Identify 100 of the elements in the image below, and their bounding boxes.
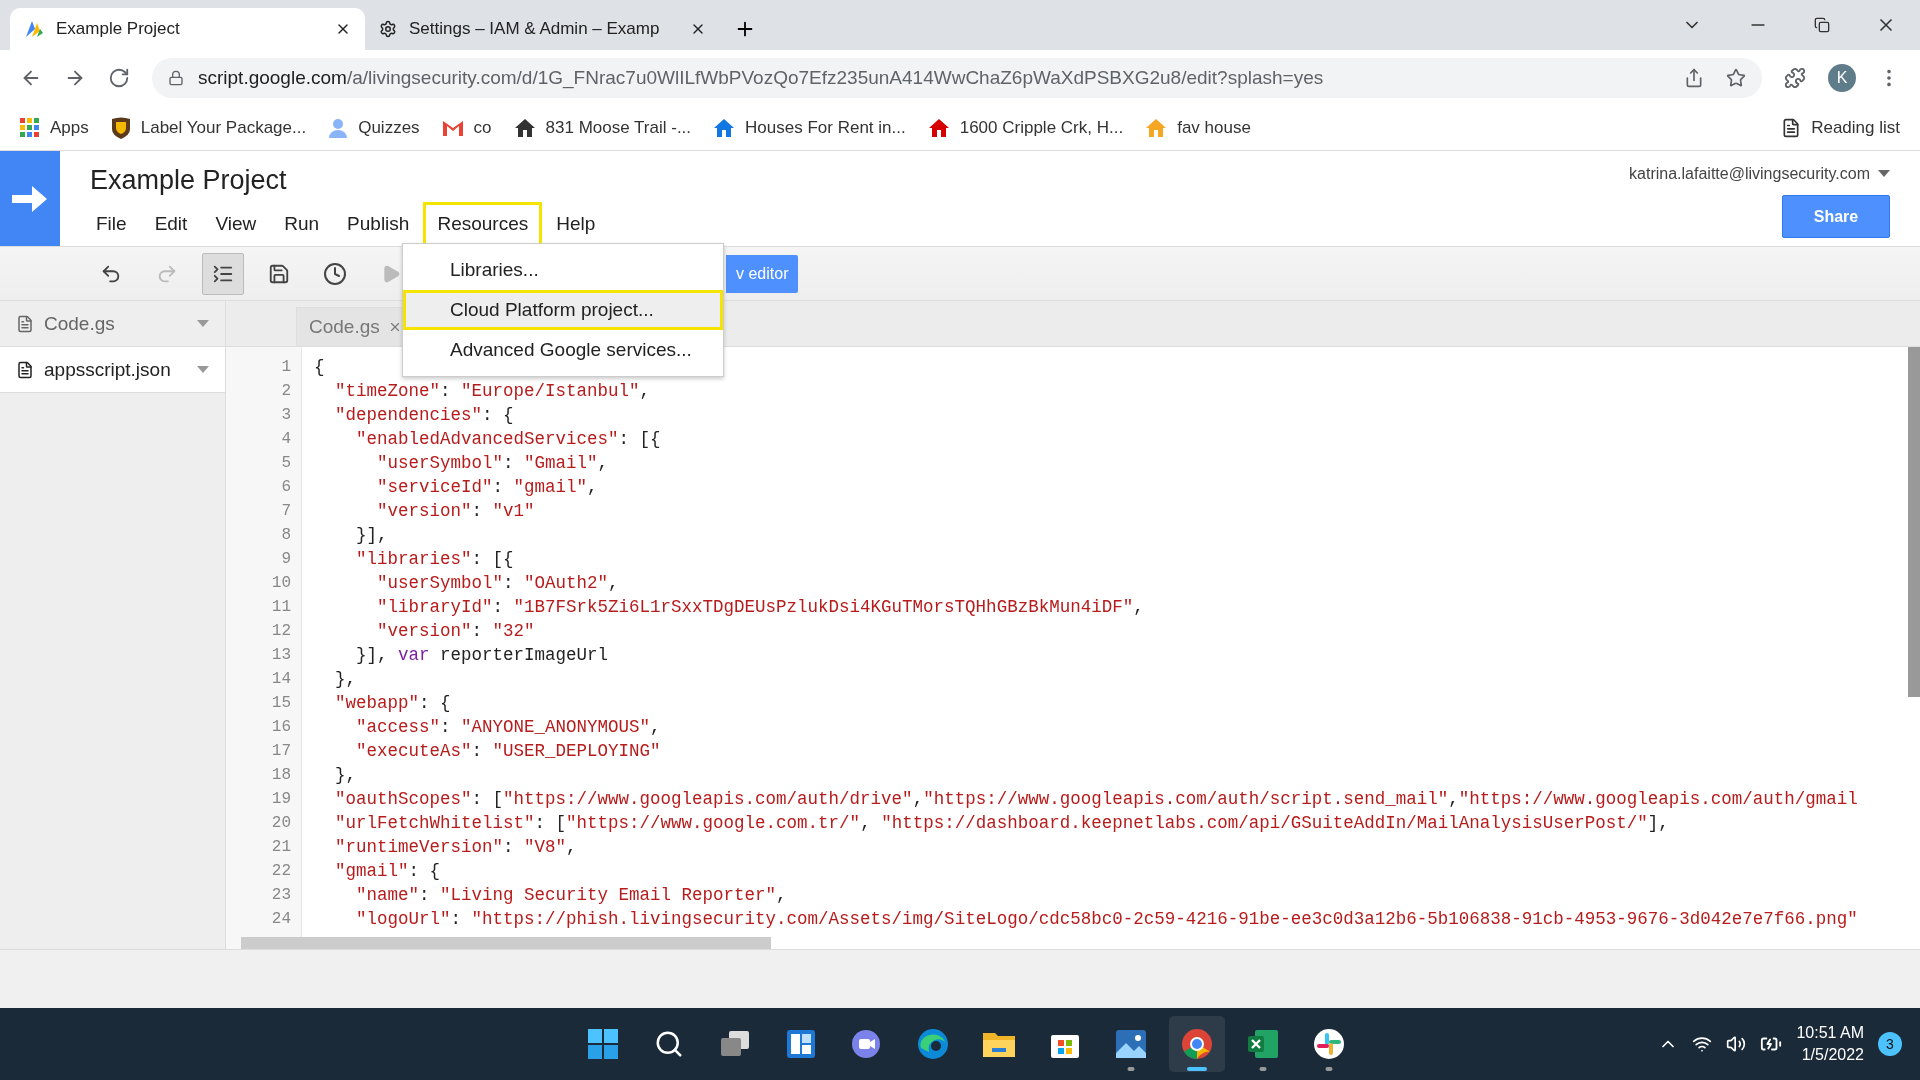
code-line: "logoUrl": "https://phish.livingsecurity.com/Assets/img/SiteLogo/cdc58bc0-2c59-4216-91be-ee3c0d3a12b6-5b106838-91cb-4953-9676-3d042e7e7f66.png" <box>355 908 1858 931</box>
line-number: 4 <box>280 429 292 450</box>
reading-list[interactable]: Reading list <box>1781 117 1900 138</box>
line-number: 18 <box>270 765 292 786</box>
windows-icon[interactable] <box>587 1028 619 1060</box>
code-line: "executeAs": "USER_DEPLOYING" <box>355 740 662 763</box>
vertical-scrollbar[interactable] <box>1908 347 1920 697</box>
bookmark-star-icon[interactable] <box>1726 67 1746 88</box>
line-number: 8 <box>280 525 292 546</box>
line-number: 10 <box>270 573 292 594</box>
line-number: 1 <box>280 357 292 378</box>
edge-browser-icon[interactable] <box>917 1028 949 1060</box>
horizontal-scrollbar[interactable] <box>241 937 771 949</box>
code-line: "libraries": [{ <box>355 548 515 571</box>
document-icon <box>16 360 34 379</box>
line-number: 12 <box>270 621 292 642</box>
code-line: "serviceId": "gmail", <box>376 476 599 499</box>
code-line: "version": "v1" <box>376 500 536 523</box>
bookmark[interactable]: 831 Moose Trail -... <box>513 117 692 138</box>
restore-icon[interactable] <box>1814 17 1830 33</box>
code-line: "enabledAdvancedServices": [{ <box>355 428 662 451</box>
menu-item[interactable]: Publish <box>333 202 424 246</box>
line-number: 13 <box>270 645 292 666</box>
menu-item[interactable]: View <box>201 202 271 246</box>
chrome-icon[interactable] <box>1181 1028 1213 1060</box>
reload-icon[interactable] <box>108 66 130 89</box>
house-icon <box>513 117 536 138</box>
code-line: "userSymbol": "Gmail", <box>376 452 610 475</box>
line-number: 19 <box>270 789 292 810</box>
notification-badge[interactable]: 3 <box>1878 1032 1902 1056</box>
code-line: "urlFetchWhitelist": ["https://www.google.com.tr/", "https://dashboard.keepnetlabs.com/api/GSuiteAddIn/MailAnalysisUserPost/"], <box>334 812 1670 835</box>
widgets-icon[interactable] <box>786 1029 816 1059</box>
wifi-icon[interactable] <box>1692 1034 1713 1054</box>
line-number: 16 <box>270 717 292 738</box>
code-line: "access": "ANYONE_ANONYMOUS", <box>355 716 662 739</box>
code-line: }, <box>334 764 357 787</box>
extensions-icon[interactable] <box>1784 66 1806 89</box>
menu-item[interactable]: Edit <box>140 202 202 246</box>
dropdown-item[interactable]: Advanced Google services... <box>403 330 723 370</box>
gear-icon <box>379 20 397 38</box>
line-number: 9 <box>280 549 292 570</box>
lock-icon <box>168 69 184 86</box>
video-chat-icon[interactable] <box>851 1029 883 1059</box>
browser-tab[interactable]: Settings – IAM & Admin – Examp <box>365 8 720 50</box>
line-number: 17 <box>270 741 292 762</box>
share-icon[interactable] <box>1684 67 1704 88</box>
account-menu[interactable]: katrina.lafaitte@livingsecurity.com <box>1629 165 1890 183</box>
house-icon <box>1145 117 1168 138</box>
menu-item[interactable]: File <box>82 202 141 246</box>
menu-item[interactable]: Resources <box>423 202 543 246</box>
task-view-icon[interactable] <box>719 1030 751 1058</box>
save-icon <box>268 262 290 285</box>
menu-item[interactable]: Help <box>542 202 610 246</box>
profile-avatar[interactable]: K <box>1828 63 1856 92</box>
bookmark[interactable]: co <box>441 117 492 138</box>
script-file[interactable]: appsscript.json <box>0 347 225 393</box>
bookmark[interactable]: Label Your Package... <box>110 116 307 139</box>
folder-icon[interactable] <box>982 1030 1016 1058</box>
bookmark[interactable]: Quizzes <box>328 117 420 138</box>
line-number: 14 <box>270 669 292 690</box>
photos-icon[interactable] <box>1115 1029 1147 1059</box>
script-logo-icon <box>24 19 44 39</box>
shield-icon <box>110 116 131 139</box>
dropdown-item[interactable]: Libraries... <box>403 250 723 290</box>
code-line: "libraryId": "1B7FSrk5Zi6L1rSxxTDgDEUsPzlukDsi4KGuTMorsTQHhGBzBkMun4iDF", <box>376 596 1145 619</box>
line-number: 2 <box>280 381 292 402</box>
code-line: "oauthScopes": ["https://www.googleapis.com/auth/drive","https://www.googleapis.com/auth/script.send_mail","https://www.googleapis.com/auth/gmail <box>334 788 1858 811</box>
bookmark[interactable]: fav house <box>1145 117 1251 138</box>
search-icon[interactable] <box>654 1029 684 1059</box>
spreadsheet-icon[interactable] <box>1247 1029 1279 1059</box>
house-icon <box>713 117 736 138</box>
volume-icon[interactable] <box>1726 1034 1747 1054</box>
apps-grid-icon <box>20 117 40 138</box>
line-number: 15 <box>270 693 292 714</box>
caret-icon[interactable] <box>197 365 209 374</box>
bookmark[interactable]: 1600 Cripple Crk, H... <box>927 117 1124 138</box>
clock[interactable]: 10:51 AM 1/5/2022 <box>1796 1022 1864 1066</box>
caret-icon <box>1878 170 1890 178</box>
bookmark[interactable]: Houses For Rent in... <box>713 117 906 138</box>
code-line: }], <box>355 524 389 547</box>
line-number: 21 <box>270 837 292 858</box>
project-title: Example Project <box>90 165 288 196</box>
menu-item[interactable]: Run <box>270 202 334 246</box>
bookmark[interactable]: Apps <box>20 117 89 138</box>
code-line: "name": "Living Security Email Reporter", <box>355 884 788 907</box>
line-number: 5 <box>280 453 292 474</box>
toolbar-button[interactable] <box>202 252 244 295</box>
line-number: 6 <box>280 477 292 498</box>
document-icon <box>16 314 34 333</box>
browser-tab[interactable]: Example Project <box>10 8 365 50</box>
line-number: 7 <box>280 501 292 522</box>
play-icon <box>381 263 401 284</box>
dropdown-item[interactable]: Cloud Platform project... <box>403 290 723 330</box>
house-icon <box>927 117 950 138</box>
person-icon <box>328 117 349 138</box>
line-number: 20 <box>270 813 292 834</box>
code-line: "runtimeVersion": "V8", <box>334 836 578 859</box>
pinwheel-icon[interactable] <box>1313 1028 1345 1060</box>
address-bar[interactable]: script.google.com/a/livingsecurity.com/d/1G_FNrac7u0WlILfWbPVozQo7Efz235unA414WwChaZ6pWaXdPSBXG2u8/edit?splash=yes <box>152 57 1762 98</box>
code-line: }], var reporterImageUrl <box>355 644 610 667</box>
